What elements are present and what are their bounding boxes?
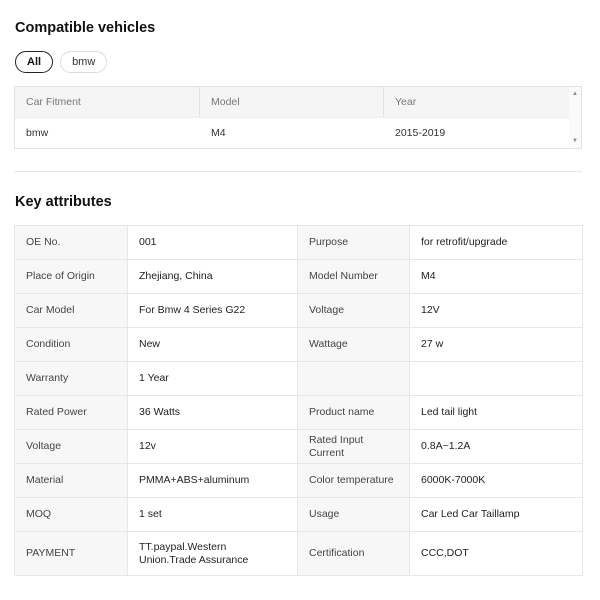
attribute-key: Product name: [297, 395, 410, 430]
attribute-value: TT.paypal.Western Union.Trade Assurance: [127, 531, 298, 576]
attribute-value: 1 set: [127, 497, 298, 532]
table-row: PAYMENT TT.paypal.Western Union.Trade As…: [14, 531, 583, 576]
table-row: bmw M4 2015-2019: [15, 118, 581, 149]
attribute-key: Car Model: [14, 293, 128, 328]
vehicle-filter-chips: All bmw: [15, 51, 108, 73]
attribute-value: 27 w: [409, 327, 583, 362]
attribute-value: 12v: [127, 429, 298, 464]
attribute-value: M4: [409, 259, 583, 294]
attribute-key: PAYMENT: [14, 531, 128, 576]
compatible-vehicles-title: Compatible vehicles: [15, 20, 156, 36]
attribute-key: Purpose: [297, 225, 410, 260]
attribute-value: 36 Watts: [127, 395, 298, 430]
table-row: Car Model For Bmw 4 Series G22 Voltage 1…: [14, 293, 583, 328]
attribute-value: 001: [127, 225, 298, 260]
key-attributes-table: OE No. 001 Purpose for retrofit/upgrade …: [14, 225, 583, 576]
attribute-key: Rated Input Current: [297, 429, 410, 464]
attribute-value: 0.8A~1.2A: [409, 429, 583, 464]
column-header-car-fitment: Car Fitment: [15, 87, 200, 117]
attribute-key: Model Number: [297, 259, 410, 294]
attribute-value: 1 Year: [127, 361, 298, 396]
attribute-key: MOQ: [14, 497, 128, 532]
attribute-value: CCC,DOT: [409, 531, 583, 576]
attribute-value: [409, 361, 583, 396]
attribute-key: Material: [14, 463, 128, 498]
table-row: Condition New Wattage 27 w: [14, 327, 583, 362]
attribute-key: Condition: [14, 327, 128, 362]
attribute-value: for retrofit/upgrade: [409, 225, 583, 260]
chip-all[interactable]: All: [15, 51, 54, 73]
vehicle-fitment-table: Car Fitment Model Year bmw M4 2015-2019 …: [14, 86, 582, 149]
table-row: Material PMMA+ABS+aluminum Color tempera…: [14, 463, 583, 498]
attribute-value: Car Led Car Taillamp: [409, 497, 583, 532]
attribute-value: Led tail light: [409, 395, 583, 430]
attribute-key: Wattage: [297, 327, 410, 362]
fitment-cell-year: 2015-2019: [395, 127, 446, 139]
fitment-header-row: Car Fitment Model Year: [15, 87, 581, 118]
attribute-key: Voltage: [14, 429, 128, 464]
table-row: OE No. 001 Purpose for retrofit/upgrade: [14, 225, 583, 260]
attribute-value: 12V: [409, 293, 583, 328]
key-attributes-title: Key attributes: [15, 194, 112, 210]
attribute-value: New: [127, 327, 298, 362]
fitment-cell-model: M4: [211, 127, 226, 139]
table-row: MOQ 1 set Usage Car Led Car Taillamp: [14, 497, 583, 532]
section-divider: [14, 171, 582, 172]
column-header-year: Year: [395, 96, 417, 108]
table-row: Warranty 1 Year: [14, 361, 583, 396]
attribute-key: Place of Origin: [14, 259, 128, 294]
table-row: Place of Origin Zhejiang, China Model Nu…: [14, 259, 583, 294]
attribute-key: [297, 361, 410, 396]
table-row: Voltage 12v Rated Input Current 0.8A~1.2…: [14, 429, 583, 464]
attribute-value: PMMA+ABS+aluminum: [127, 463, 298, 498]
scroll-down-arrow-icon[interactable]: ▼: [571, 136, 579, 146]
table-row: Rated Power 36 Watts Product name Led ta…: [14, 395, 583, 430]
attribute-key: Voltage: [297, 293, 410, 328]
fitment-cell-make: bmw: [26, 127, 49, 139]
attribute-value: 6000K-7000K: [409, 463, 583, 498]
attribute-key: Warranty: [14, 361, 128, 396]
attribute-value: For Bmw 4 Series G22: [127, 293, 298, 328]
attribute-key: OE No.: [14, 225, 128, 260]
attribute-key: Certification: [297, 531, 410, 576]
fitment-scrollbar[interactable]: ▲ ▼: [569, 87, 581, 148]
attribute-value: Zhejiang, China: [127, 259, 298, 294]
attribute-key: Color temperature: [297, 463, 410, 498]
column-header-model: Model: [200, 87, 384, 117]
chip-bmw[interactable]: bmw: [60, 51, 108, 73]
attribute-key: Usage: [297, 497, 410, 532]
attribute-key: Rated Power: [14, 395, 128, 430]
scroll-up-arrow-icon[interactable]: ▲: [571, 89, 579, 99]
